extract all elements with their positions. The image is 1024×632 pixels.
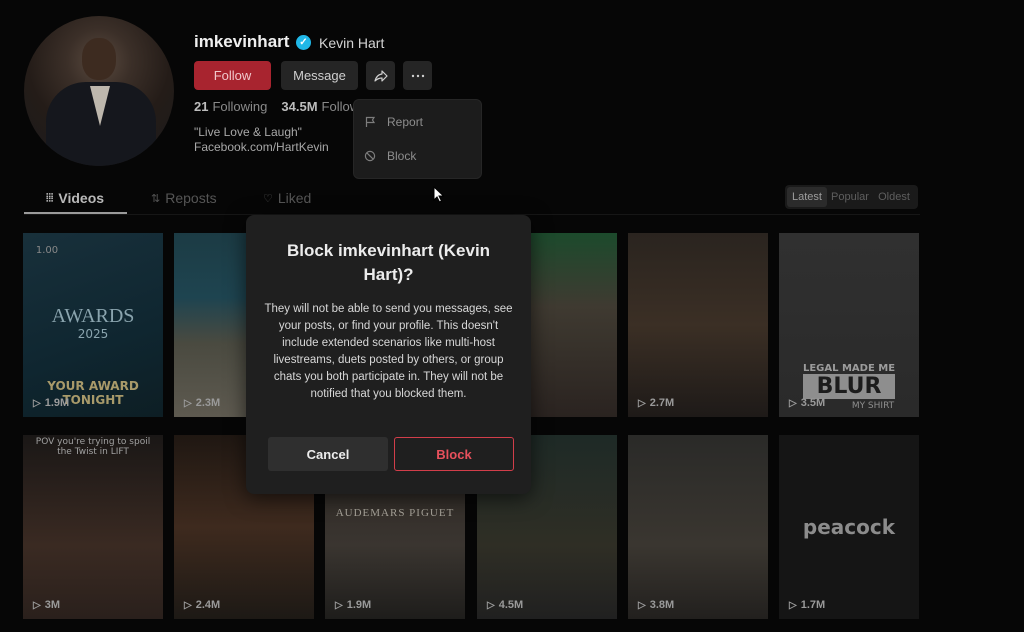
repost-icon: ⇅ [151, 192, 161, 205]
block-icon [363, 149, 377, 163]
video-views: ▷ 2.4M [184, 599, 221, 611]
grid-icon: ⦙⦙⦙ [46, 191, 54, 204]
video-overlay-subtext: BLUR [803, 374, 895, 399]
menu-item-block[interactable]: Block [363, 146, 416, 166]
play-icon: ▷ [789, 397, 797, 409]
tab-label: Reposts [165, 190, 217, 206]
flag-icon [363, 115, 377, 129]
video-overlay-text: AWARDS [51, 305, 135, 327]
sort-popular[interactable]: Popular [827, 187, 873, 207]
message-button[interactable]: Message [281, 61, 358, 90]
video-overlay-text: LEGAL MADE ME [802, 363, 896, 374]
tab-liked[interactable]: ♡ Liked [263, 190, 311, 206]
profile-display-name: Kevin Hart [319, 35, 385, 51]
play-icon: ▷ [33, 397, 41, 409]
profile-username: imkevinhart [194, 32, 290, 51]
video-views: ▷ 2.3M [184, 397, 221, 409]
tab-videos[interactable]: ⦙⦙⦙ Videos [46, 190, 104, 206]
play-icon: ▷ [789, 599, 797, 611]
play-icon: ▷ [638, 397, 646, 409]
video-overlay-text: peacock [802, 515, 896, 539]
follow-button[interactable]: Follow [194, 61, 271, 90]
dialog-title: Block imkevinhart (Kevin Hart)? [286, 241, 491, 284]
active-tab-underline [24, 212, 127, 214]
menu-item-label: Block [387, 149, 417, 163]
tab-label: Liked [277, 190, 312, 206]
video-tile[interactable]: POV you're trying to spoil the Twist in … [23, 435, 163, 619]
video-views: ▷ 3.5M [789, 397, 826, 409]
verified-badge-icon: ✓ [296, 35, 311, 50]
following-label[interactable]: Following [212, 99, 267, 114]
video-caption-top: 1.00 [35, 245, 59, 256]
video-tile[interactable]: ▷ 3.8M [628, 435, 768, 619]
more-options-menu [353, 99, 482, 179]
mouse-cursor-icon [433, 186, 445, 203]
video-views: ▷ 3M [33, 599, 60, 611]
cancel-button[interactable]: Cancel [268, 437, 388, 471]
video-views: ▷ 2.7M [638, 397, 675, 409]
play-icon: ▷ [184, 599, 192, 611]
block-button[interactable]: Block [394, 437, 514, 471]
bio-line: "Live Love & Laugh" [194, 125, 302, 139]
video-views: ▷ 4.5M [487, 599, 524, 611]
video-tile[interactable]: ▷ 2.7M [628, 233, 768, 417]
more-dots-icon [411, 74, 424, 77]
share-icon [373, 69, 388, 82]
sort-latest[interactable]: Latest [787, 187, 827, 207]
heart-icon: ♡ [263, 192, 273, 205]
video-views: ▷ 3.8M [638, 599, 675, 611]
play-icon: ▷ [487, 599, 495, 611]
play-icon: ▷ [33, 599, 41, 611]
following-count: 21 [194, 99, 209, 114]
share-button[interactable] [366, 61, 395, 90]
video-views: ▷ 1.9M [335, 599, 372, 611]
menu-item-report[interactable]: Report [363, 112, 423, 132]
dialog-body: They will not be able to send you messag… [264, 303, 513, 400]
tab-label: Videos [58, 190, 105, 206]
menu-item-label: Report [387, 115, 424, 129]
play-icon: ▷ [184, 397, 192, 409]
video-overlay-text: AUDEMARS PIGUET [335, 507, 455, 519]
video-tile[interactable]: LEGAL MADE ME BLUR MY SHIRT ▷ 3.5M [779, 233, 919, 417]
video-caption-top: POV you're trying to spoil the Twist in … [35, 437, 151, 457]
tab-reposts[interactable]: ⇅ Reposts [151, 190, 217, 206]
profile-avatar[interactable] [24, 16, 174, 166]
play-icon: ▷ [638, 599, 646, 611]
play-icon: ▷ [335, 599, 343, 611]
avatar-figure-head [82, 38, 116, 80]
more-options-button[interactable] [403, 61, 432, 90]
profile-stats: 21 Following 34.5M Followers [194, 99, 377, 114]
video-tile[interactable]: 1.00 AWARDS 2025 YOUR AWARD TONIGHT ▷ 1.9… [23, 233, 163, 417]
video-views: ▷ 1.7M [789, 599, 826, 611]
bio-link[interactable]: Facebook.com/HartKevin [194, 140, 329, 154]
followers-count: 34.5M [281, 99, 318, 114]
video-views: ▷ 1.9M [33, 397, 70, 409]
sort-toggle: Latest Popular Oldest [785, 185, 918, 209]
video-tile[interactable]: peacock ▷ 1.7M [779, 435, 919, 619]
video-overlay-subtext: 2025 [77, 327, 109, 341]
sort-oldest[interactable]: Oldest [873, 187, 915, 207]
block-confirm-dialog: Block imkevinhart (Kevin Hart)? They wil… [246, 215, 531, 494]
